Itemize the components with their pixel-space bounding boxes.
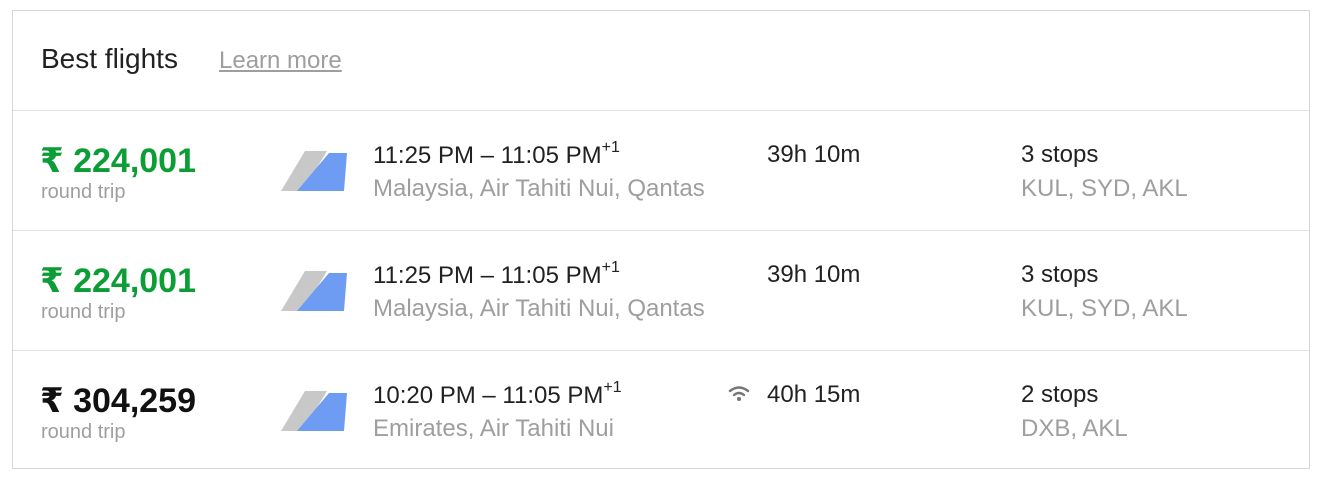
day-offset: +1 (601, 139, 620, 156)
flight-times: 11:25 PM – 11:05 PM+1 (373, 139, 620, 170)
multi-airline-tail-icon (281, 271, 347, 311)
flight-duration: 39h 10m (767, 261, 861, 288)
flight-row[interactable]: ₹ 224,001 round trip 11:25 PM – 11:05 PM… (13, 231, 1309, 351)
flight-duration: 39h 10m (767, 141, 861, 168)
flight-times: 11:25 PM – 11:05 PM+1 (373, 259, 620, 290)
departure-time: 11:25 PM (373, 262, 474, 289)
departure-time: 11:25 PM (373, 142, 474, 169)
time-separator: – (475, 382, 503, 409)
time-separator: – (473, 262, 501, 289)
multi-airline-tail-icon (281, 391, 347, 431)
flight-duration: 40h 15m (767, 381, 861, 408)
day-offset: +1 (603, 379, 622, 396)
airlines-list: Emirates, Air Tahiti Nui (373, 415, 614, 442)
airlines-list: Malaysia, Air Tahiti Nui, Qantas (373, 295, 705, 322)
time-separator: – (473, 142, 501, 169)
arrival-time: 11:05 PM (502, 382, 604, 409)
departure-time: 10:20 PM (373, 382, 476, 409)
stops-count: 3 stops (1021, 261, 1099, 288)
arrival-time: 11:05 PM (500, 262, 602, 289)
stops-count: 3 stops (1021, 141, 1099, 168)
trip-type-label: round trip (41, 421, 126, 443)
stops-count: 2 stops (1021, 381, 1099, 408)
trip-type-label: round trip (41, 181, 126, 203)
flight-price: ₹ 224,001 (40, 142, 197, 180)
layover-airports: KUL, SYD, AKL (1021, 295, 1188, 322)
layover-airports: DXB, AKL (1021, 415, 1128, 442)
best-flights-card: Best flights Learn more ₹ 224,001 round … (12, 10, 1310, 469)
flight-row[interactable]: ₹ 304,259 round trip 10:20 PM – 11:05 PM… (13, 351, 1309, 471)
best-flights-header: Best flights Learn more (13, 11, 1309, 111)
flight-price: ₹ 224,001 (40, 262, 197, 300)
arrival-time: 11:05 PM (500, 142, 602, 169)
flight-price: ₹ 304,259 (40, 382, 197, 420)
wifi-icon (728, 386, 750, 401)
airlines-list: Malaysia, Air Tahiti Nui, Qantas (373, 175, 705, 202)
trip-type-label: round trip (41, 301, 126, 323)
day-offset: +1 (601, 259, 620, 276)
layover-airports: KUL, SYD, AKL (1021, 175, 1188, 202)
multi-airline-tail-icon (281, 151, 347, 191)
flight-times: 10:20 PM – 11:05 PM+1 (373, 379, 622, 410)
flight-row[interactable]: ₹ 224,001 round trip 11:25 PM – 11:05 PM… (13, 111, 1309, 231)
section-title: Best flights (41, 43, 178, 74)
learn-more-link[interactable]: Learn more (219, 47, 342, 75)
